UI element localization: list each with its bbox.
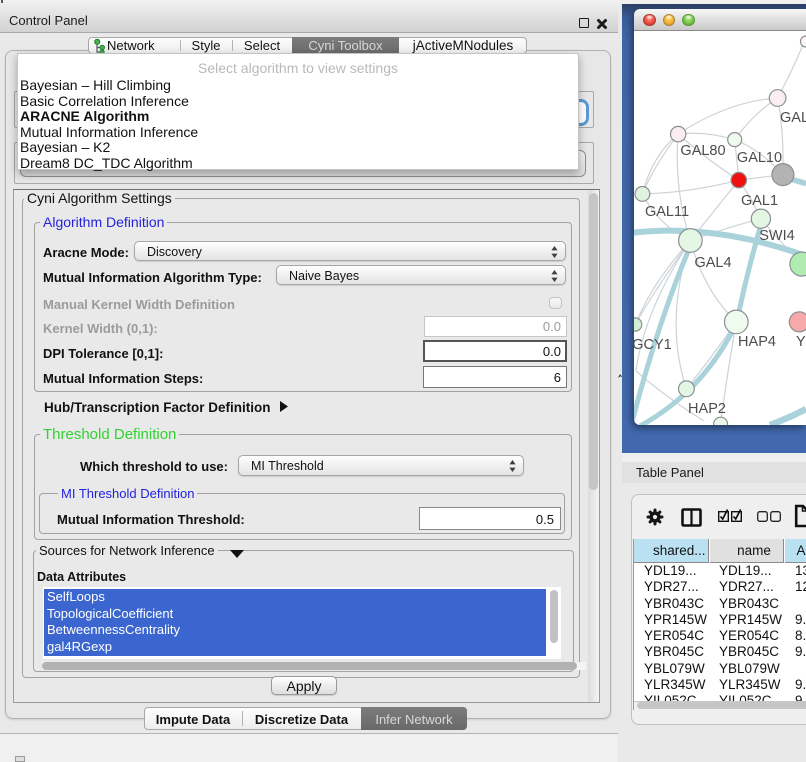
- svg-text:SWI4: SWI4: [759, 228, 794, 244]
- svg-text:GAL11: GAL11: [645, 204, 689, 220]
- svg-text:HAP4: HAP4: [738, 334, 776, 350]
- svg-text:GAL2: GAL2: [780, 110, 806, 126]
- svg-text:GAL80: GAL80: [680, 143, 725, 159]
- svg-text:YJ: YJ: [796, 334, 806, 350]
- svg-text:GAL1: GAL1: [741, 193, 778, 209]
- svg-text:HAP2: HAP2: [688, 401, 726, 417]
- svg-text:GAL4: GAL4: [694, 255, 731, 271]
- svg-text:GCY1: GCY1: [634, 337, 672, 353]
- svg-text:GAL10: GAL10: [737, 150, 782, 166]
